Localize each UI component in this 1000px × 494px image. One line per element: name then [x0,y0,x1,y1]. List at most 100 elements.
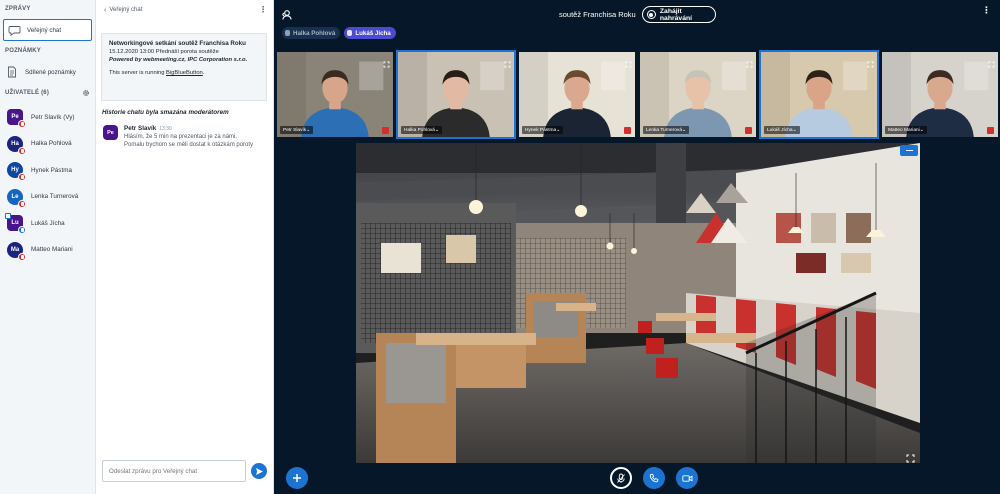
video-tile[interactable]: Halka Pohlová ⌄ [396,50,516,139]
webcam-feed [640,52,756,137]
fullscreen-icon[interactable] [504,55,511,68]
user-name: Halka Pohlová [31,140,72,148]
options-menu-icon[interactable]: ⋮ [982,6,991,15]
user-list-item[interactable]: Lu Lukáš Jícha [0,210,95,237]
video-tile-name[interactable]: Lenka Turnerová ⌄ [643,126,690,134]
minimize-presentation-button[interactable] [900,145,918,156]
avatar: Pe [7,109,26,129]
message-line: Pomalu bychom se měli dostat k otázkám p… [124,142,254,148]
fullscreen-icon[interactable] [746,55,753,68]
top-bar: soutěž Franchisa Roku Zahájit nahrávání … [274,0,1000,46]
message-time: 13:30 [159,126,172,132]
mute-microphone-button[interactable] [610,467,632,489]
avatar: Lu [5,213,26,235]
send-button[interactable] [251,463,267,479]
muted-microphone-icon [18,146,26,155]
sidebar-item-shared-notes[interactable]: Sdílené poznámky [3,61,92,83]
user-list-item[interactable]: Ma Matteo Mariani [0,237,95,264]
user-list-item[interactable]: Le Lenka Turnerová [0,184,95,211]
fullscreen-icon[interactable] [867,55,874,68]
message-author: Petr Slavík [124,125,157,132]
microphone-icon [18,226,26,235]
welcome-line-1: Networkingové setkání soutěž Franchisa R… [109,40,246,47]
talking-indicator[interactable]: Lukáš Jícha [344,27,396,39]
welcome-line-4: This server is running BigBlueButton. [109,70,205,76]
presentation-image [356,143,920,463]
actions-button[interactable] [286,467,308,489]
chevron-down-icon: ⌄ [306,127,311,133]
microphone-icon [617,473,625,483]
camera-icon [681,474,692,482]
webcam-feed [398,52,514,137]
chevron-left-icon: ‹ [104,6,107,14]
video-tile[interactable]: Matteo Mariani ⌄ [880,50,1000,139]
user-list: Pe Petr Slavík (Vy) Ha Halka Pohlová Hy Hynek… [0,104,95,263]
microphone-icon [285,30,290,36]
video-tile-name[interactable]: Hynek Pástma ⌄ [522,126,564,134]
notes-icon [7,66,17,78]
talking-indicator[interactable]: Halka Pohlová [282,27,341,39]
bbb-app: ZPRÁVY Veřejný chat POZNÁMKY Sdílené poz… [0,0,1000,494]
record-icon [647,10,656,19]
fullscreen-icon[interactable] [988,55,995,68]
users-icon [282,10,292,20]
webcam-feed [761,52,877,137]
user-list-item[interactable]: Hy Hynek Pástma [0,157,95,184]
welcome-line-3: Powered by webmeeting.cz, IPC Corporatio… [109,57,248,63]
muted-microphone-icon [18,199,26,208]
sidebar-item-public-chat[interactable]: Veřejný chat [3,19,92,41]
video-strip: Petr Slavík ⌄ Halka Pohlová ⌄ Hynek Pástma… [274,48,1000,140]
chat-header: ‹ Veřejný chat ⋮ [104,5,267,15]
chat-back-button[interactable]: ‹ Veřejný chat [104,7,142,14]
video-tile[interactable]: Lukáš Jícha ⌄ [759,50,879,139]
microphone-icon [347,30,353,36]
chat-message-input[interactable] [102,460,246,482]
chat-options-icon[interactable]: ⋮ [259,6,267,14]
meeting-title: soutěž Franchisa Roku [559,10,636,19]
user-list-item[interactable]: Ha Halka Pohlová [0,131,95,158]
send-icon [255,467,263,475]
video-tile-name[interactable]: Matteo Mariani ⌄ [885,126,927,134]
avatar: Hy [7,162,26,182]
video-tile-name[interactable]: Petr Slavík ⌄ [280,126,314,134]
chevron-down-icon: ⌄ [434,127,439,133]
chat-message: Pe Petr Slavík 13:30 Hlásím, že 5 min na … [103,125,268,148]
plus-icon [293,474,301,482]
muted-microphone-icon [18,252,26,261]
presenter-icon [5,213,11,220]
muted-microphone-icon [624,127,631,134]
chevron-down-icon: ⌄ [792,127,797,133]
message-line: Hlásím, že 5 min na prezentaci je za nám… [124,134,238,140]
share-camera-button[interactable] [676,467,698,489]
user-list-item[interactable]: Pe Petr Slavík (Vy) [0,104,95,131]
muted-microphone-icon [18,120,26,129]
presentation-slide [356,143,920,463]
webcam-feed [519,52,635,137]
record-button[interactable]: Zahájit nahrávání [642,6,716,23]
shared-notes-label: Sdílené poznámky [25,68,76,76]
fullscreen-icon[interactable] [383,55,390,68]
video-tile[interactable]: Lenka Turnerová ⌄ [638,50,758,139]
user-name: Lukáš Jícha [31,219,65,227]
muted-microphone-icon [382,127,389,134]
users-toggle-button[interactable] [282,8,294,20]
video-tile-name[interactable]: Halka Pohlová ⌄ [401,126,442,134]
chevron-down-icon: ⌄ [682,127,687,133]
bigbluebutton-link[interactable]: BigBlueButton [166,70,203,76]
welcome-message: Networkingové setkání soutěž Franchisa R… [101,33,267,101]
video-tile[interactable]: Hynek Pástma ⌄ [517,50,637,139]
gear-icon[interactable] [82,89,90,97]
webcam-feed [277,52,393,137]
minus-icon [905,149,913,152]
fullscreen-icon[interactable] [625,55,632,68]
fullscreen-icon [906,454,915,463]
user-name: Matteo Mariani [31,246,73,254]
avatar: Pe [103,125,118,140]
fullscreen-presentation-button[interactable] [906,450,915,463]
video-tile-name[interactable]: Lukáš Jícha ⌄ [764,126,800,134]
leave-audio-button[interactable] [643,467,665,489]
video-tile[interactable]: Petr Slavík ⌄ [275,50,395,139]
messages-section-title: ZPRÁVY [5,6,31,12]
muted-microphone-icon [18,173,26,182]
user-name: Hynek Pástma [31,166,72,174]
